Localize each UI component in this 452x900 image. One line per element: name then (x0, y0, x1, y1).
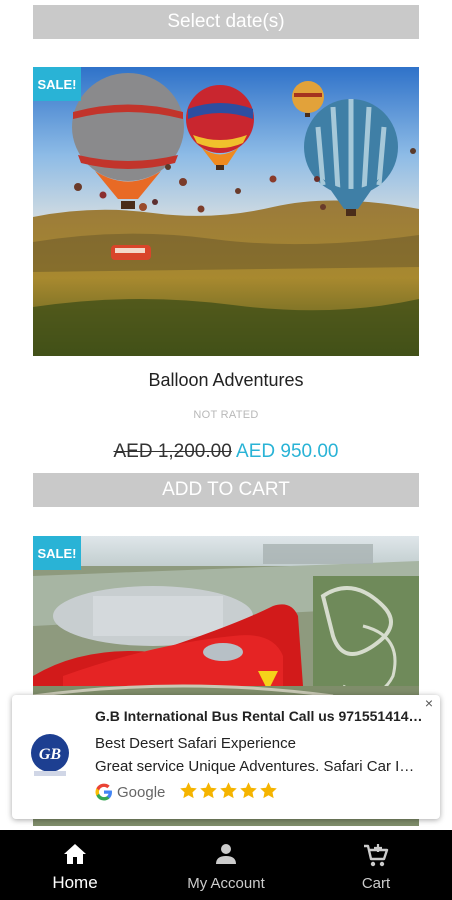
price: AED 1,200.00 AED 950.00 (33, 441, 419, 463)
home-icon (64, 844, 86, 864)
user-icon (216, 844, 236, 864)
star-rating (179, 781, 278, 800)
star-icon (220, 782, 237, 799)
nav-my-account[interactable]: My Account (151, 830, 301, 900)
google-icon (95, 783, 112, 801)
svg-text:GB: GB (39, 746, 62, 763)
ad-source: Google (95, 783, 165, 801)
cart-icon (364, 844, 389, 867)
nav-cart-label: Cart (361, 875, 391, 892)
product-title[interactable]: Balloon Adventures (33, 370, 419, 391)
balloon-photo[interactable] (33, 67, 419, 356)
ad-description: Great service Unique Adventures. Safari … (95, 758, 415, 775)
ad-headline: Best Desert Safari Experience (95, 735, 296, 752)
sale-badge: SALE! (33, 536, 81, 570)
sale-badge: SALE! (33, 67, 81, 101)
star-icon (260, 782, 277, 799)
ad-banner[interactable]: GB G.B International Bus Rental Call us … (12, 695, 440, 819)
star-icon (180, 782, 197, 799)
star-icon (200, 782, 217, 799)
app-screen: Select date(s) SALE! Balloon Adventures … (0, 0, 452, 900)
select-dates-button[interactable]: Select date(s) (33, 5, 419, 39)
nav-home-label: Home (52, 873, 98, 892)
nav-home[interactable]: Home (0, 830, 150, 900)
nav-my-account-label: My Account (187, 875, 265, 892)
star-icon (240, 782, 257, 799)
gb-logo-icon: GB (31, 734, 69, 776)
old-price: AED 1,200.00 (113, 441, 232, 462)
product-card[interactable]: SALE! Balloon Adventures NOT RATED AED 1… (33, 67, 419, 472)
sale-price: AED 950.00 (236, 441, 339, 462)
ad-title[interactable]: G.B International Bus Rental Call us 971… (95, 708, 425, 724)
rating-status: NOT RATED (193, 409, 259, 421)
close-icon[interactable]: × (422, 696, 436, 710)
bottom-nav: Home My Account Cart (0, 830, 452, 900)
ad-source-label: Google (117, 783, 166, 801)
add-to-cart-button[interactable]: ADD TO CART (33, 473, 419, 507)
nav-cart[interactable]: Cart (301, 830, 451, 900)
